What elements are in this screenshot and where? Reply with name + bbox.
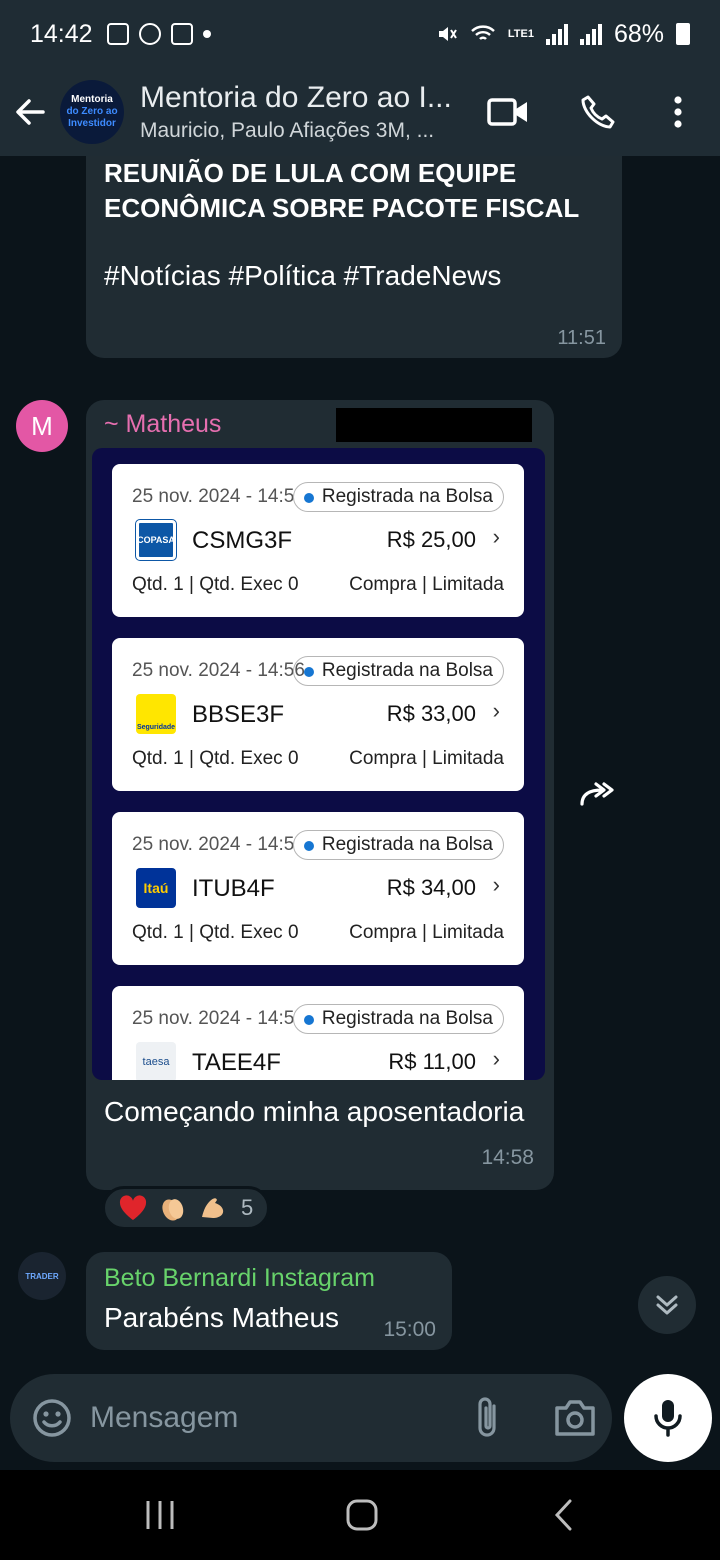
heart-icon	[117, 1192, 149, 1224]
order-card: 25 nov. 2024 - 14:5 Registrada na Bolsa …	[112, 464, 524, 617]
chevron-left-icon	[554, 1499, 572, 1531]
reactions-bar[interactable]: 5	[102, 1186, 270, 1230]
recents-icon	[146, 1501, 174, 1529]
emoji-button[interactable]	[28, 1394, 76, 1442]
camera-button[interactable]	[552, 1396, 598, 1440]
reaction-count: 5	[241, 1195, 254, 1220]
phone-icon	[581, 95, 615, 129]
flexed-biceps-icon	[197, 1192, 229, 1224]
battery-icon	[676, 23, 690, 45]
attach-button[interactable]	[468, 1394, 512, 1442]
home-button[interactable]	[332, 1495, 392, 1535]
chat-title-area[interactable]: Mentoria do Zero ao I... Mauricio, Paulo…	[140, 81, 470, 143]
b-notification-icon	[138, 23, 161, 45]
video-camera-icon	[487, 98, 527, 126]
message-text: Parabéns Matheus	[104, 1302, 340, 1333]
bb-seguridade-logo: Seguridade	[136, 694, 176, 734]
photo-message[interactable]: ~ Matheus 25 nov. 2024 - 14:5 Registrada…	[86, 400, 554, 1190]
message-time: 14:58	[481, 1146, 534, 1169]
gallery-notification-icon	[106, 23, 129, 45]
redacted-phone	[336, 408, 532, 442]
chevron-right-icon: ›	[492, 1046, 500, 1071]
chevron-right-icon: ›	[492, 872, 500, 897]
voice-message-button[interactable]	[624, 1374, 712, 1462]
chevron-right-icon: ›	[492, 698, 500, 723]
clapping-hands-icon	[157, 1192, 189, 1224]
signal-icon-1	[545, 23, 568, 45]
order-card: 25 nov. 2024 - 14:5 Registrada na Bolsa …	[112, 986, 524, 1080]
arrow-left-icon	[16, 99, 45, 125]
kebab-menu-icon	[674, 96, 682, 128]
forward-icon	[580, 782, 614, 806]
status-bar: 14:42 LTE1 68%	[0, 0, 720, 68]
group-members: Mauricio, Paulo Afiações 3M, ...	[140, 119, 435, 142]
scroll-to-bottom-button[interactable]	[638, 1276, 696, 1334]
status-badge: Registrada na Bolsa	[292, 1004, 504, 1034]
compose-bar	[10, 1374, 612, 1462]
status-time: 14:42	[30, 19, 93, 48]
back-nav-button[interactable]	[534, 1495, 594, 1535]
taesa-logo: taesa	[136, 1042, 176, 1080]
paperclip-icon	[478, 1397, 496, 1437]
avatar[interactable]: TRADER	[18, 1252, 66, 1300]
orders-screenshot-image[interactable]: 25 nov. 2024 - 14:5 Registrada na Bolsa …	[92, 448, 545, 1080]
mute-icon	[438, 27, 457, 41]
group-avatar[interactable]: Mentoria do Zero ao Investidor	[60, 80, 124, 144]
chat-header: Mentoria do Zero ao Investidor Mentoria …	[0, 68, 720, 156]
double-chevron-down-icon	[656, 1295, 678, 1315]
chevron-right-icon: ›	[492, 524, 500, 549]
group-title: Mentoria do Zero ao I...	[140, 81, 452, 114]
back-button[interactable]	[0, 68, 60, 156]
recent-apps-button[interactable]	[130, 1495, 190, 1535]
itau-logo: Itaú	[136, 868, 176, 908]
signal-icon-2	[579, 23, 602, 45]
text-message[interactable]: Beto Bernardi Instagram Parabéns Matheus…	[86, 1252, 452, 1350]
system-navigation-bar	[0, 1470, 720, 1560]
battery-percent: 68%	[613, 19, 664, 48]
message-input[interactable]	[90, 1392, 450, 1444]
news-headline: REUNIÃO DE LULA COM EQUIPE ECONÔMICA SOB…	[104, 158, 580, 223]
wifi-icon	[471, 25, 495, 40]
chat-area[interactable]: REUNIÃO DE LULA COM EQUIPE ECONÔMICA SOB…	[0, 156, 720, 1372]
camera-icon	[555, 1400, 595, 1436]
network-type: LTE1	[507, 28, 534, 40]
forward-button[interactable]	[574, 770, 622, 818]
video-call-button[interactable]	[478, 68, 538, 156]
copasa-logo: COPASA	[135, 519, 177, 561]
status-badge: Registrada na Bolsa	[292, 482, 504, 512]
home-icon	[346, 1499, 378, 1531]
status-badge: Registrada na Bolsa	[292, 656, 504, 686]
message-caption: Começando minha aposentadoria	[104, 1096, 525, 1127]
more-notifications-icon	[202, 30, 211, 38]
x-notification-icon	[170, 23, 193, 45]
news-hashtags: #Notícias #Política #TradeNews	[104, 260, 502, 291]
avatar[interactable]: M	[16, 400, 68, 452]
sender-name[interactable]: ~ Matheus	[104, 410, 221, 439]
message-time: 11:51	[557, 327, 606, 349]
status-badge: Registrada na Bolsa	[292, 830, 504, 860]
voice-call-button[interactable]	[568, 68, 628, 156]
message-time: 15:00	[383, 1318, 436, 1341]
more-options-button[interactable]	[648, 68, 708, 156]
order-card: 25 nov. 2024 - 14:5 Registrada na Bolsa …	[112, 812, 524, 965]
smiley-icon	[33, 1399, 71, 1437]
microphone-icon	[654, 1400, 682, 1437]
news-message[interactable]: REUNIÃO DE LULA COM EQUIPE ECONÔMICA SOB…	[86, 156, 622, 358]
order-card: 25 nov. 2024 - 14:56 Registrada na Bolsa…	[112, 638, 524, 791]
sender-name[interactable]: Beto Bernardi Instagram	[104, 1264, 375, 1293]
